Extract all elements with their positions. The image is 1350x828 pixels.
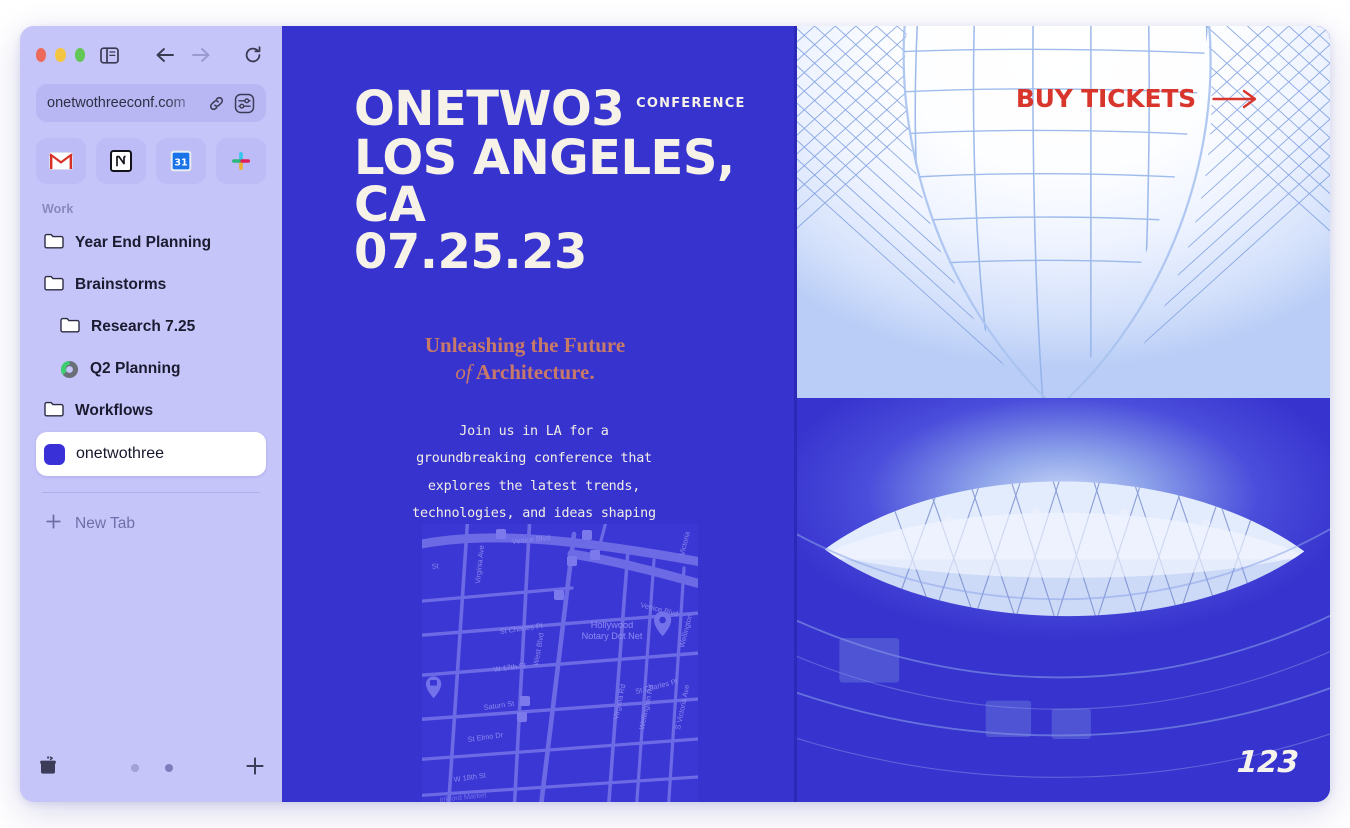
svg-text:Hollywood: Hollywood bbox=[591, 620, 633, 630]
corner-number: 123 bbox=[1235, 745, 1300, 780]
svg-text:31: 31 bbox=[174, 158, 188, 169]
tagline-line2: of Architecture. bbox=[304, 359, 746, 386]
tagline-italic: of bbox=[455, 360, 472, 384]
body-line: Join us in LA for a bbox=[459, 423, 609, 439]
arrow-right-icon bbox=[1212, 88, 1258, 110]
page-dot[interactable] bbox=[131, 764, 139, 772]
sidebar-item-label: onetwothree bbox=[76, 445, 165, 462]
app-shortcuts: 31 bbox=[36, 138, 266, 184]
svg-text:St: St bbox=[431, 561, 439, 571]
link-icon[interactable] bbox=[207, 94, 226, 113]
architecture-photo-pane: BUY TICKETS 123 bbox=[794, 26, 1330, 802]
app-gmail[interactable] bbox=[36, 138, 86, 184]
buy-tickets-label: BUY TICKETS bbox=[1015, 84, 1196, 113]
app-google-calendar[interactable]: 31 bbox=[156, 138, 206, 184]
brand-line: ONETWO3 CONFERENCE bbox=[354, 81, 794, 137]
sidebar-item-q2-planning[interactable]: Q2 Planning bbox=[36, 348, 266, 390]
tagline-rest: Architecture. bbox=[475, 360, 595, 384]
hero-pane: ONETWO3 CONFERENCE LOS ANGELES, CA 07.25… bbox=[282, 26, 794, 802]
url-input[interactable]: onetwothreeconf.com bbox=[47, 95, 199, 111]
sidebar-section-label: Work bbox=[42, 202, 74, 216]
hero-sublines: LOS ANGELES, CA 07.25.23 bbox=[354, 130, 794, 281]
sliders-icon[interactable] bbox=[234, 93, 255, 114]
app-notion[interactable] bbox=[96, 138, 146, 184]
folder-icon bbox=[44, 274, 64, 296]
location-map[interactable]: Venice Blvd Venice Blvd St Virginia Ave … bbox=[422, 524, 698, 802]
pane-divider bbox=[794, 26, 797, 802]
tagline: Unleashing the Future of Architecture. bbox=[304, 332, 746, 386]
minimize-button[interactable] bbox=[55, 48, 66, 62]
app-slack[interactable] bbox=[216, 138, 266, 184]
sidebar-item-label: Workflows bbox=[75, 402, 154, 419]
reload-button[interactable] bbox=[240, 42, 266, 68]
sidebar-item-onetwothree[interactable]: onetwothree bbox=[36, 432, 266, 476]
blue-architecture-photo bbox=[794, 398, 1330, 802]
page-indicator-dots bbox=[131, 764, 173, 772]
sidebar-footer bbox=[36, 748, 266, 788]
hero-block: ONETWO3 CONFERENCE LOS ANGELES, CA 07.25… bbox=[282, 26, 794, 276]
sidebar-toggle-icon[interactable] bbox=[100, 42, 119, 68]
folder-icon bbox=[44, 400, 64, 422]
tagline-line1: Unleashing the Future bbox=[424, 333, 626, 358]
circle-favicon-icon bbox=[60, 360, 79, 379]
square-favicon-icon bbox=[44, 443, 65, 465]
folder-icon bbox=[44, 232, 64, 254]
navigation-buttons bbox=[152, 42, 266, 68]
sidebar-divider bbox=[42, 492, 260, 493]
window-titlebar bbox=[36, 26, 266, 78]
sidebar-item-workflows[interactable]: Workflows bbox=[36, 390, 266, 432]
new-tab-label: New Tab bbox=[75, 515, 136, 532]
browser-window: onetwothreeconf.com 31 Work Year End Pla… bbox=[20, 26, 1330, 802]
sidebar-item-brainstorms[interactable]: Brainstorms bbox=[36, 264, 266, 306]
page-title-superscript: CONFERENCE bbox=[636, 96, 746, 111]
page-dot-active[interactable] bbox=[165, 764, 173, 772]
folder-icon bbox=[60, 316, 80, 338]
sidebar-item-research-725[interactable]: Research 7.25 bbox=[36, 306, 266, 348]
address-bar[interactable]: onetwothreeconf.com bbox=[36, 84, 266, 122]
buy-tickets-button[interactable]: BUY TICKETS bbox=[1016, 84, 1258, 113]
svg-text:Notary Dot Net: Notary Dot Net bbox=[582, 631, 643, 641]
back-button[interactable] bbox=[152, 42, 178, 68]
sidebar-item-label: Year End Planning bbox=[75, 234, 212, 251]
page-title-line2: LOS ANGELES, CA bbox=[354, 130, 735, 234]
sidebar-item-year-end-planning[interactable]: Year End Planning bbox=[36, 222, 266, 264]
lattice-ceiling-photo bbox=[794, 26, 1330, 399]
sidebar-item-label: Research 7.25 bbox=[91, 318, 196, 335]
page-title-line1: ONETWO3 bbox=[354, 81, 625, 137]
body-line: groundbreaking conference that bbox=[416, 451, 652, 467]
page-title-line3: 07.25.23 bbox=[354, 224, 587, 281]
maximize-button[interactable] bbox=[74, 48, 85, 62]
plus-icon bbox=[44, 512, 63, 536]
new-tab-button[interactable]: New Tab bbox=[36, 503, 266, 545]
close-button[interactable] bbox=[36, 48, 47, 62]
add-button[interactable] bbox=[244, 755, 266, 782]
body-line: explores the latest trends, bbox=[427, 478, 641, 494]
forward-button[interactable] bbox=[188, 42, 214, 68]
sidebar: onetwothreeconf.com 31 Work Year End Pla… bbox=[20, 26, 282, 802]
page-content: ONETWO3 CONFERENCE LOS ANGELES, CA 07.25… bbox=[282, 26, 1330, 802]
sidebar-item-label: Q2 Planning bbox=[90, 360, 181, 377]
archive-icon[interactable] bbox=[36, 754, 60, 783]
sidebar-item-label: Brainstorms bbox=[75, 276, 167, 293]
